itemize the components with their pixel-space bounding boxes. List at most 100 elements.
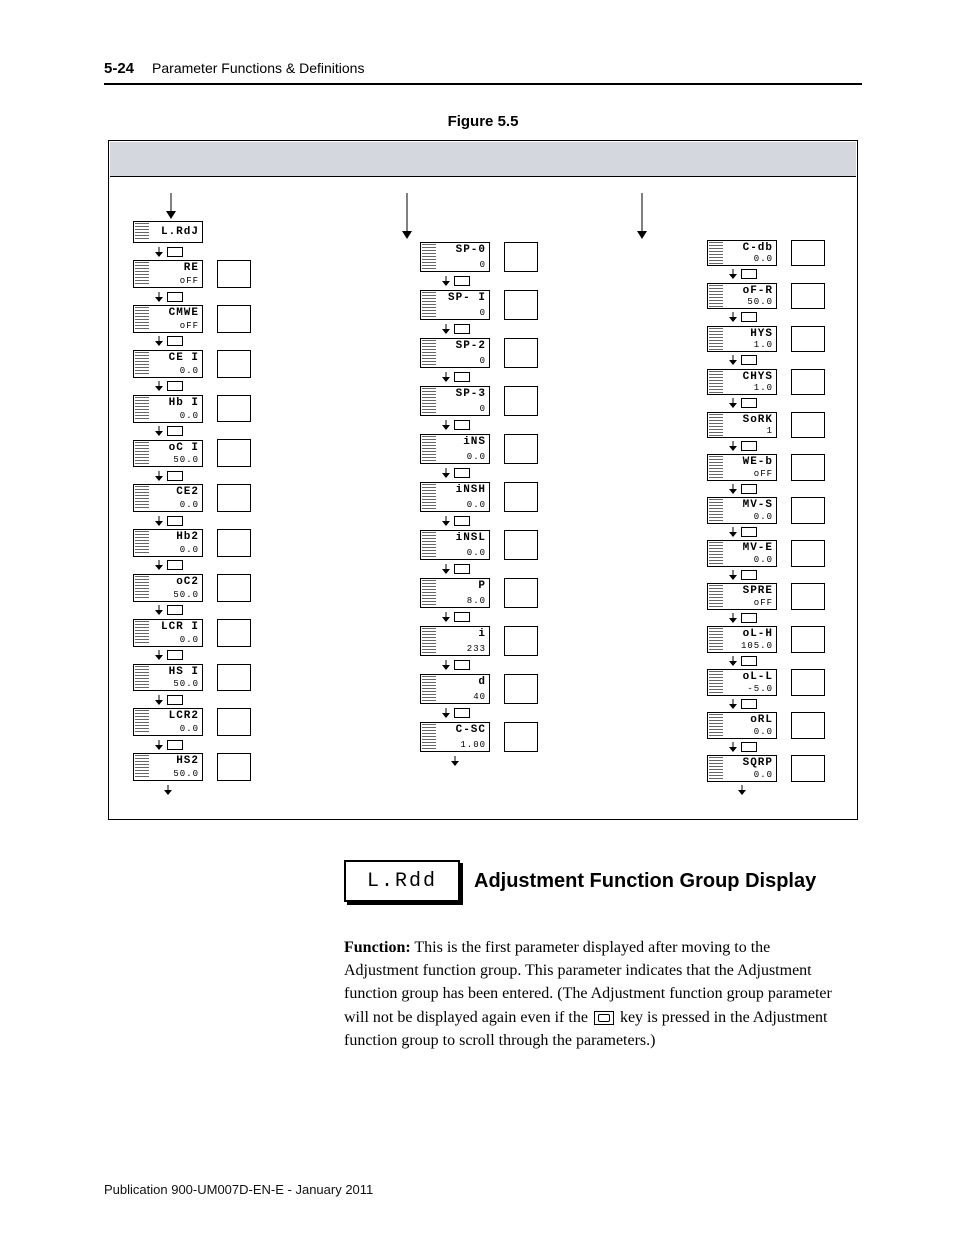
parameter-display: iNSH0.0 bbox=[420, 482, 490, 512]
arrow-down-icon bbox=[133, 739, 203, 750]
display-key-icon bbox=[167, 247, 183, 257]
record-checkbox[interactable] bbox=[504, 626, 538, 656]
arrow-down-icon bbox=[133, 426, 203, 437]
record-checkbox[interactable] bbox=[791, 755, 825, 781]
record-checkbox[interactable] bbox=[791, 454, 825, 480]
arrow-down-icon bbox=[165, 193, 177, 219]
arrow-down-icon bbox=[707, 441, 777, 451]
record-checkbox[interactable] bbox=[791, 497, 825, 523]
arrow-down-icon bbox=[420, 563, 490, 575]
display-key-icon bbox=[167, 560, 183, 570]
record-checkbox[interactable] bbox=[504, 386, 538, 416]
display-key-icon bbox=[741, 656, 757, 666]
record-checkbox[interactable] bbox=[217, 619, 251, 647]
record-checkbox[interactable] bbox=[791, 369, 825, 395]
display-key-icon bbox=[454, 612, 470, 622]
display-key-icon bbox=[167, 605, 183, 615]
parameter-display: C-db0.0 bbox=[707, 240, 777, 266]
parameter-display: CMWEoFF bbox=[133, 305, 203, 333]
record-checkbox[interactable] bbox=[791, 326, 825, 352]
record-checkbox[interactable] bbox=[504, 578, 538, 608]
arrow-down-icon bbox=[420, 467, 490, 479]
record-checkbox[interactable] bbox=[504, 290, 538, 320]
parameter-display: SP-30 bbox=[420, 386, 490, 416]
display-key-icon bbox=[741, 570, 757, 580]
parameter-display: oRL0.0 bbox=[707, 712, 777, 738]
parameter-display: oF-R50.0 bbox=[707, 283, 777, 309]
display-key-icon bbox=[167, 336, 183, 346]
arrow-down-icon bbox=[420, 323, 490, 335]
parameter-display: HYS1.0 bbox=[707, 326, 777, 352]
figure-caption: Figure 5.5 bbox=[104, 113, 862, 130]
parameter-display: WE-boFF bbox=[707, 454, 777, 480]
parameter-display: oL-L-5.0 bbox=[707, 669, 777, 695]
record-checkbox[interactable] bbox=[217, 753, 251, 781]
parameter-display: CE20.0 bbox=[133, 484, 203, 512]
record-checkbox[interactable] bbox=[791, 626, 825, 652]
record-checkbox[interactable] bbox=[217, 439, 251, 467]
group-display-code: L.Rdd bbox=[344, 860, 460, 902]
parameter-display: MV-E0.0 bbox=[707, 540, 777, 566]
parameter-display: Hb20.0 bbox=[133, 529, 203, 557]
arrow-down-icon bbox=[420, 755, 490, 767]
parameter-display: SP- I0 bbox=[420, 290, 490, 320]
display-key-icon bbox=[741, 484, 757, 494]
record-checkbox[interactable] bbox=[217, 305, 251, 333]
display-key-icon bbox=[454, 660, 470, 670]
record-checkbox[interactable] bbox=[791, 283, 825, 309]
arrow-down-icon bbox=[707, 613, 777, 623]
record-checkbox[interactable] bbox=[217, 484, 251, 512]
arrow-down-icon bbox=[420, 707, 490, 719]
arrow-down-icon bbox=[707, 527, 777, 537]
record-checkbox[interactable] bbox=[791, 540, 825, 566]
display-key-icon bbox=[594, 1011, 614, 1025]
record-checkbox[interactable] bbox=[504, 674, 538, 704]
record-checkbox[interactable] bbox=[791, 712, 825, 738]
record-checkbox[interactable] bbox=[791, 583, 825, 609]
parameter-display: d40 bbox=[420, 674, 490, 704]
record-checkbox[interactable] bbox=[217, 574, 251, 602]
arrow-down-icon bbox=[707, 742, 777, 752]
arrow-down-icon bbox=[707, 269, 777, 279]
arrow-down-icon bbox=[707, 699, 777, 709]
record-checkbox[interactable] bbox=[791, 669, 825, 695]
record-checkbox[interactable] bbox=[791, 412, 825, 438]
record-checkbox[interactable] bbox=[217, 260, 251, 288]
arrow-down-icon bbox=[133, 291, 203, 302]
record-checkbox[interactable] bbox=[217, 664, 251, 692]
record-checkbox[interactable] bbox=[504, 338, 538, 368]
parameter-display: SQRP0.0 bbox=[707, 755, 777, 781]
display-key-icon bbox=[454, 372, 470, 382]
parameter-display: SP-00 bbox=[420, 242, 490, 272]
function-description: Function: This is the first parameter di… bbox=[344, 936, 844, 1052]
record-checkbox[interactable] bbox=[504, 242, 538, 272]
record-checkbox[interactable] bbox=[504, 722, 538, 752]
display-key-icon bbox=[167, 650, 183, 660]
record-checkbox[interactable] bbox=[504, 482, 538, 512]
arrow-down-icon bbox=[420, 275, 490, 287]
display-key-icon bbox=[454, 516, 470, 526]
arrow-down-icon bbox=[133, 560, 203, 571]
arrow-down-icon bbox=[707, 484, 777, 494]
arrow-down-icon bbox=[133, 650, 203, 661]
parameter-display: i233 bbox=[420, 626, 490, 656]
parameter-display: CHYS1.0 bbox=[707, 369, 777, 395]
parameter-display: SPREoFF bbox=[707, 583, 777, 609]
display-key-icon bbox=[167, 426, 183, 436]
record-checkbox[interactable] bbox=[217, 708, 251, 736]
parameter-display: LCR20.0 bbox=[133, 708, 203, 736]
record-checkbox[interactable] bbox=[217, 395, 251, 423]
arrow-down-icon bbox=[420, 515, 490, 527]
arrow-down-icon bbox=[707, 785, 777, 795]
record-checkbox[interactable] bbox=[504, 434, 538, 464]
record-checkbox[interactable] bbox=[217, 529, 251, 557]
display-key-icon bbox=[167, 695, 183, 705]
record-checkbox[interactable] bbox=[504, 530, 538, 560]
record-checkbox[interactable] bbox=[217, 350, 251, 378]
record-checkbox[interactable] bbox=[791, 240, 825, 266]
figure-diagram: L.RdJREoFFCMWEoFFCE I0.0Hb I0.0oC I50.0C… bbox=[108, 140, 858, 820]
parameter-display: iNSL0.0 bbox=[420, 530, 490, 560]
parameter-display: SP-20 bbox=[420, 338, 490, 368]
display-key-icon bbox=[167, 292, 183, 302]
arrow-down-icon bbox=[133, 515, 203, 526]
